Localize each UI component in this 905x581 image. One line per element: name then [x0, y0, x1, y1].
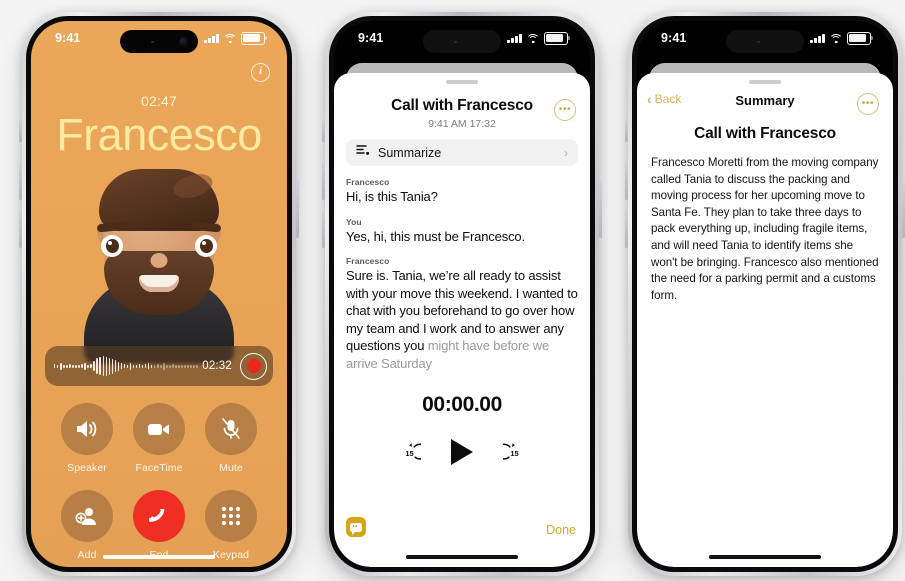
- home-indicator: [406, 554, 518, 559]
- play-button[interactable]: [451, 439, 473, 465]
- skip-back-label: 15: [405, 448, 414, 458]
- phone-in-call: 9:41 i 02:47 Francesco 02:32 Speaker Fac…: [19, 12, 299, 576]
- control-facetime[interactable]: FaceTime: [123, 403, 195, 474]
- speaker-name: Francesco: [346, 177, 390, 187]
- control-label: Keypad: [212, 549, 250, 561]
- transcript-entry: Francesco Sure is. Tania, we’re all read…: [346, 256, 582, 372]
- sheet-grabber[interactable]: [446, 80, 478, 84]
- summary-sheet: ‹ Back Summary ••• Call with Francesco F…: [637, 73, 893, 567]
- call-controls: Speaker FaceTime Mute Add Keypad: [31, 403, 287, 561]
- control-mute[interactable]: Mute: [195, 403, 267, 474]
- summary-heading: Call with Francesco: [694, 125, 836, 142]
- playback-controls: 00:00.00 15 15: [334, 393, 590, 465]
- transcript-entry: Francesco Hi, is this Tania?: [346, 177, 582, 206]
- call-duration: 02:47: [140, 93, 178, 109]
- control-speaker[interactable]: Speaker: [51, 403, 123, 474]
- live-transcription-icon[interactable]: ••: [346, 517, 366, 537]
- video-camera-icon: [133, 403, 185, 455]
- nav-title: Summary: [735, 93, 795, 108]
- summarize-row[interactable]: Summarize ›: [346, 139, 578, 166]
- home-indicator: [709, 554, 821, 559]
- utterance-text: Hi, is this Tania?: [346, 189, 438, 204]
- keypad-icon: [205, 490, 257, 542]
- summarize-label: Summarize: [378, 145, 442, 160]
- recording-pill[interactable]: 02:32: [45, 346, 273, 386]
- stop-recording-button[interactable]: [240, 352, 267, 380]
- playback-time: 00:00.00: [422, 393, 502, 416]
- skip-forward-15-button[interactable]: 15: [496, 441, 526, 464]
- navigation-bar: ‹ Back Summary •••: [637, 89, 893, 115]
- sheet-title: Call with Francesco: [391, 97, 533, 114]
- utterance-text: Sure is. Tania, we’re all ready to assis…: [346, 267, 582, 372]
- dynamic-island: [726, 30, 804, 53]
- speaker-icon: [61, 403, 113, 455]
- more-options-icon[interactable]: •••: [554, 99, 576, 121]
- caller-name: Francesco: [56, 109, 262, 160]
- summary-body: Francesco Moretti from the moving compan…: [651, 156, 879, 302]
- transcript-sheet: Call with Francesco 9:41 AM 17:32 ••• Su…: [334, 73, 590, 567]
- chevron-right-icon: ›: [564, 145, 568, 160]
- speaker-name: Francesco: [346, 256, 390, 266]
- utterance-text: Yes, hi, this must be Francesco.: [346, 228, 525, 244]
- dynamic-island: [423, 30, 501, 53]
- phone-transcript: 9:41 Call with Francesco 9:41 AM 17:32 •…: [322, 12, 602, 576]
- screenshot-stage: 9:41 i 02:47 Francesco 02:32 Speaker Fac…: [0, 0, 905, 581]
- phone1-screen: 9:41 i 02:47 Francesco 02:32 Speaker Fac…: [31, 21, 287, 567]
- summarize-list-icon: [356, 144, 370, 162]
- more-options-icon[interactable]: •••: [857, 93, 879, 115]
- control-label: FaceTime: [135, 462, 183, 474]
- dynamic-island: [120, 30, 198, 53]
- transcript-list: Francesco Hi, is this Tania? You Yes, hi…: [346, 177, 582, 383]
- done-button[interactable]: Done: [546, 523, 576, 537]
- control-label: Speaker: [67, 462, 107, 474]
- audio-waveform: [54, 355, 198, 377]
- control-label: Mute: [219, 462, 243, 474]
- control-label: Add: [77, 549, 97, 561]
- speaker-name: You: [346, 216, 362, 227]
- phone-summary: 9:41 ‹ Back Summary ••• Call with France…: [625, 12, 905, 576]
- control-keypad[interactable]: Keypad: [195, 490, 267, 561]
- add-person-icon: [61, 490, 113, 542]
- phone2-screen: 9:41 Call with Francesco 9:41 AM 17:32 •…: [334, 21, 590, 567]
- control-add[interactable]: Add: [51, 490, 123, 561]
- recording-elapsed: 02:32: [202, 360, 232, 372]
- end-call-icon: [133, 490, 185, 542]
- home-indicator: [103, 554, 215, 559]
- control-end[interactable]: End: [123, 490, 195, 561]
- microphone-muted-icon: [205, 403, 257, 455]
- sheet-grabber[interactable]: [749, 80, 781, 84]
- call-info-icon[interactable]: i: [251, 63, 270, 82]
- sheet-subtitle: 9:41 AM 17:32: [428, 118, 496, 130]
- transcript-entry: You Yes, hi, this must be Francesco.: [346, 217, 582, 246]
- phone3-screen: 9:41 ‹ Back Summary ••• Call with France…: [637, 21, 893, 567]
- memoji-avatar: [71, 159, 247, 364]
- skip-back-15-button[interactable]: 15: [398, 441, 428, 464]
- skip-forward-label: 15: [510, 448, 519, 458]
